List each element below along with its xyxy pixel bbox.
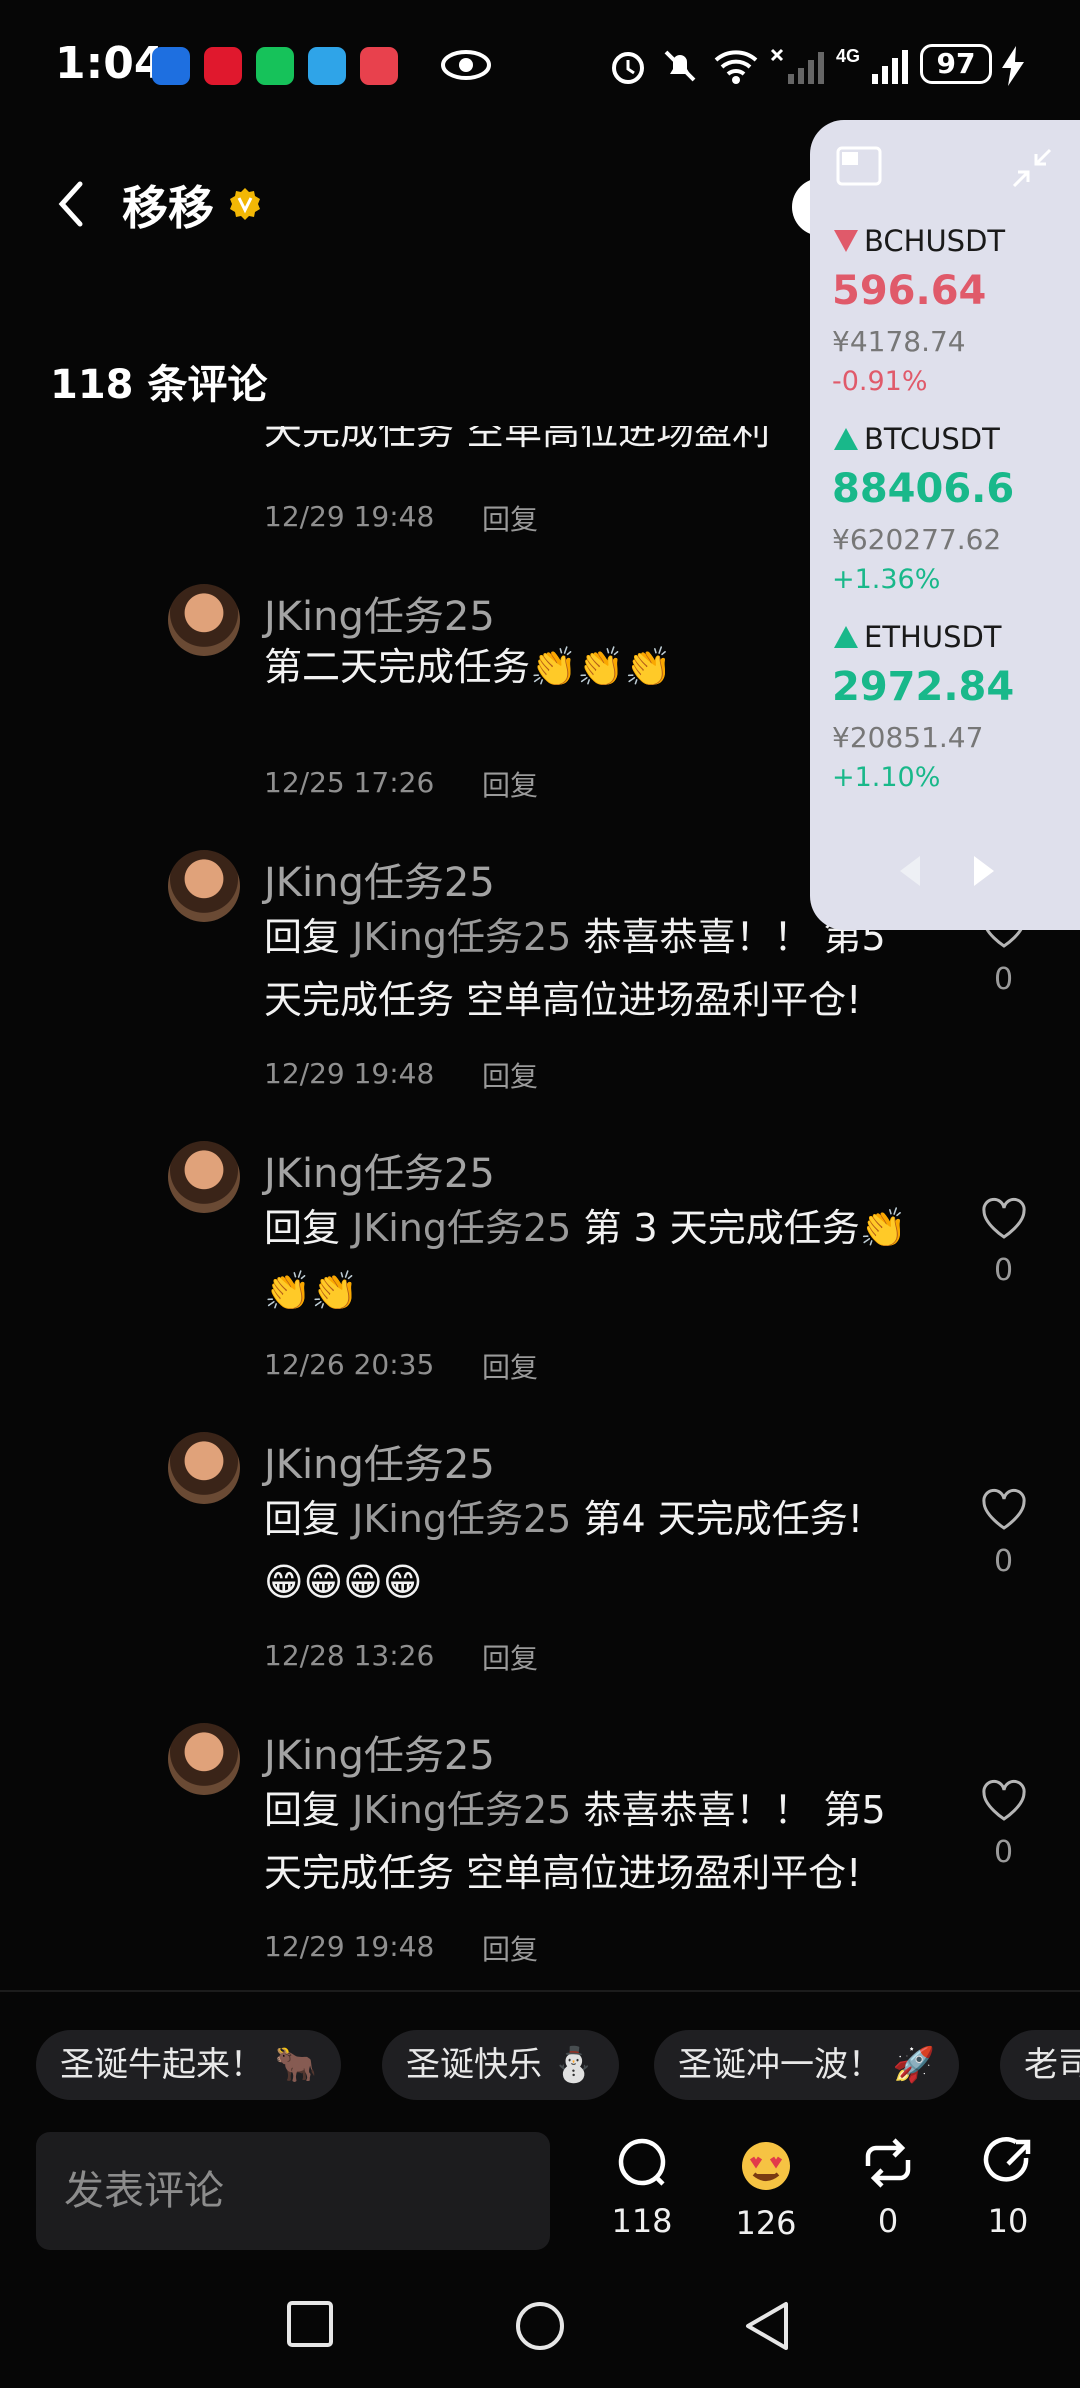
- repost-count: 0: [877, 2202, 899, 2240]
- heart-icon[interactable]: [980, 1197, 1028, 1241]
- comment-text: 回复 JKing任务25 第4 天完成任务! 😁😁😁😁: [264, 1497, 863, 1604]
- app-notification-icon: [204, 47, 242, 85]
- app-notification-icon: [152, 47, 190, 85]
- status-time: 1:04: [55, 38, 165, 89]
- ticker-symbol: ETHUSDT: [864, 620, 1002, 654]
- comment-text: 回复 JKing任务25 恭喜恭喜！！ 第5 天完成任务 空单高位进场盈利平仓!: [264, 1788, 886, 1895]
- ticker-change: +1.10%: [832, 762, 941, 793]
- price-ticker-widget[interactable]: BCHUSDT 596.64 ¥4178.74 -0.91% BTCUSDT 8…: [810, 120, 1080, 930]
- battery-indicator: 97: [920, 44, 992, 84]
- comment-date: 12/29 19:48: [264, 1930, 435, 1963]
- up-arrow-icon: [834, 626, 858, 648]
- heart-icon[interactable]: [980, 1779, 1028, 1823]
- avatar[interactable]: [168, 1141, 240, 1213]
- mute-icon: [664, 50, 696, 82]
- page-title: 移移: [122, 181, 214, 235]
- comment-username[interactable]: JKing任务25: [264, 584, 495, 642]
- share-count: 10: [987, 2202, 1029, 2240]
- ticker-change: -0.91%: [832, 366, 928, 397]
- reply-button[interactable]: 回复: [482, 498, 538, 538]
- like-count: 0: [994, 962, 1014, 997]
- previous-icon[interactable]: [900, 856, 922, 886]
- ticker-change: +1.36%: [832, 564, 941, 595]
- ticker-symbol: BCHUSDT: [864, 224, 1006, 258]
- reply-button[interactable]: 回复: [482, 1637, 538, 1677]
- comment-text: 回复 JKing任务25 第 3 天完成任务👏 👏👏: [264, 1206, 908, 1313]
- comment-username[interactable]: JKing任务25: [264, 1141, 495, 1199]
- next-icon[interactable]: [972, 856, 994, 886]
- reply-button[interactable]: 回复: [482, 1928, 538, 1968]
- comment-action-button[interactable]: 118: [592, 2136, 692, 2240]
- quick-reply-chip[interactable]: 圣诞快乐 ⛄: [382, 2030, 620, 2100]
- reply-button[interactable]: 回复: [482, 1055, 538, 1095]
- share-action-button[interactable]: 10: [958, 2136, 1058, 2240]
- comment-username[interactable]: JKing任务25: [264, 850, 495, 908]
- home-icon[interactable]: [514, 2300, 566, 2352]
- verified-badge-icon: [230, 188, 260, 220]
- like-count: 0: [994, 1835, 1014, 1870]
- avatar[interactable]: [168, 1723, 240, 1795]
- divider: [0, 1990, 1080, 1992]
- comment-username[interactable]: JKing任务25: [264, 1432, 495, 1490]
- eye-icon: [441, 50, 491, 80]
- picture-in-picture-icon[interactable]: [836, 146, 882, 186]
- signal-4g-icon: 4G: [836, 46, 908, 84]
- reaction-count: 126: [735, 2204, 797, 2242]
- up-arrow-icon: [834, 428, 858, 450]
- ticker-price: 596.64: [832, 268, 987, 314]
- reply-button[interactable]: 回复: [482, 764, 538, 804]
- svg-text:4G: 4G: [836, 46, 860, 66]
- quick-reply-chip[interactable]: 圣诞冲一波！ 🚀: [654, 2030, 960, 2100]
- ticker-cny: ¥4178.74: [832, 325, 966, 358]
- back-icon[interactable]: [56, 180, 86, 228]
- repost-icon: [865, 2138, 911, 2188]
- comment-icon: [618, 2138, 666, 2186]
- wifi-icon: [714, 50, 758, 84]
- comment-date: 12/26 20:35: [264, 1348, 435, 1381]
- comment-date: 12/29 19:48: [264, 500, 435, 533]
- charging-icon: [1002, 46, 1024, 86]
- comment-action-count: 118: [611, 2202, 673, 2240]
- comment-text: 天完成任务 空单高位进场盈利: [264, 426, 771, 453]
- ticker-symbol: BTCUSDT: [864, 422, 1000, 456]
- comment-date: 12/25 17:26: [264, 766, 435, 799]
- app-notification-icon: [360, 47, 398, 85]
- avatar[interactable]: [168, 1432, 240, 1504]
- recents-icon[interactable]: [286, 2300, 334, 2348]
- signal-sim1-icon: [770, 48, 824, 84]
- avatar[interactable]: [168, 850, 240, 922]
- comment-input[interactable]: 发表评论: [36, 2132, 550, 2250]
- app-notification-icon: [256, 47, 294, 85]
- back-nav-icon[interactable]: [744, 2300, 790, 2352]
- alarm-icon: [612, 52, 644, 84]
- share-icon: [983, 2137, 1031, 2182]
- like-count: 0: [994, 1544, 1014, 1579]
- ticker-price: 88406.6: [832, 466, 1015, 512]
- repost-action-button[interactable]: 0: [838, 2136, 938, 2240]
- heart-icon[interactable]: [980, 1488, 1028, 1532]
- app-notification-icon: [308, 47, 346, 85]
- down-arrow-icon: [834, 230, 858, 252]
- collapse-icon[interactable]: [1010, 146, 1054, 190]
- like-count: 0: [994, 1253, 1014, 1288]
- ticker-cny: ¥620277.62: [832, 523, 1002, 556]
- comment-username[interactable]: JKing任务25: [264, 1723, 495, 1781]
- ticker-price: 2972.84: [832, 664, 1015, 710]
- comment-date: 12/29 19:48: [264, 1057, 435, 1090]
- avatar[interactable]: [168, 584, 240, 656]
- comment-date: 12/28 13:26: [264, 1639, 435, 1672]
- quick-reply-chip[interactable]: 老司: [1000, 2030, 1080, 2100]
- ticker-cny: ¥20851.47: [832, 721, 984, 754]
- reaction-action-button[interactable]: 126: [716, 2136, 816, 2242]
- reply-button[interactable]: 回复: [482, 1346, 538, 1386]
- star-eyes-emoji-icon: [742, 2142, 790, 2190]
- comment-count: 118 条评论: [50, 362, 268, 408]
- quick-reply-chip[interactable]: 圣诞牛起来！ 🐂: [36, 2030, 342, 2100]
